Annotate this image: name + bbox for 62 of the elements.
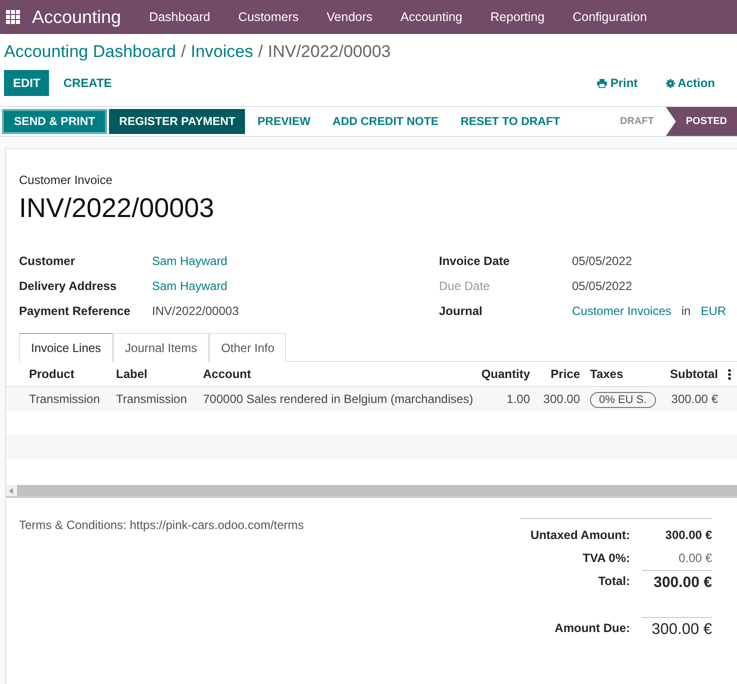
field-label: Due Date xyxy=(439,278,491,292)
invoice-number: INV/2022/00003 xyxy=(19,193,216,224)
status-action-button[interactable]: REGISTER PAYMENT xyxy=(109,109,246,134)
menu-item[interactable]: Configuration xyxy=(558,10,661,24)
status-stage[interactable]: POSTED xyxy=(666,107,737,136)
field-value: INV/2022/00003 xyxy=(152,304,239,318)
field-label: Invoice Date xyxy=(439,254,511,268)
total-label: Total: xyxy=(598,574,630,588)
terms-text: Terms & Conditions: https://pink-cars.odoo.com/terms xyxy=(19,518,305,534)
field-link[interactable]: Customer Invoices xyxy=(572,304,672,318)
action-button[interactable]: Action xyxy=(660,75,721,91)
status-action-button[interactable]: ADD CREDIT NOTE xyxy=(322,109,449,134)
menu-item[interactable]: Accounting xyxy=(386,10,476,24)
total-value: 300.00 € xyxy=(642,570,712,591)
app-title[interactable]: Accounting xyxy=(32,6,122,28)
horizontal-scrollbar[interactable] xyxy=(6,485,737,496)
notebook-tab[interactable]: Journal Items xyxy=(113,333,210,362)
table-cell: Transmission xyxy=(29,392,100,406)
edit-button[interactable]: EDIT xyxy=(4,70,50,96)
menu-item[interactable]: Customers xyxy=(224,10,313,24)
field-label: Payment Reference xyxy=(19,304,132,318)
gear-icon xyxy=(666,78,675,88)
breadcrumb-current: INV/2022/00003 xyxy=(268,42,391,62)
document-type: Customer Invoice xyxy=(19,173,114,187)
table-cell: 1.00 xyxy=(506,392,530,406)
breadcrumb-link[interactable]: Accounting Dashboard xyxy=(4,42,176,62)
total-label: TVA 0%: xyxy=(582,550,630,564)
table-cell: Transmission xyxy=(116,392,187,406)
printer-icon xyxy=(597,78,608,88)
breadcrumb-link[interactable]: Invoices xyxy=(190,42,254,62)
apps-grid-icon[interactable] xyxy=(6,10,20,24)
breadcrumb-separator: / xyxy=(181,42,186,62)
breadcrumb-separator: / xyxy=(258,42,263,62)
field-value: in xyxy=(681,304,691,318)
field-label: Customer xyxy=(19,254,76,268)
field-link[interactable]: EUR xyxy=(700,304,726,318)
total-value: 0.00 € xyxy=(678,550,712,564)
total-label: Amount Due: xyxy=(554,620,630,634)
print-button[interactable]: Print xyxy=(591,75,644,91)
field-label: Journal xyxy=(439,304,484,318)
status-action-button[interactable]: PREVIEW xyxy=(247,109,321,134)
field-label: Delivery Address xyxy=(19,278,118,292)
total-value: 300.00 € xyxy=(664,528,712,542)
total-value: 300.00 € xyxy=(642,616,712,638)
status-action-button[interactable]: SEND & PRINT xyxy=(2,109,108,134)
menu-item[interactable]: Reporting xyxy=(476,10,559,24)
notebook-tab[interactable]: Invoice Lines xyxy=(19,333,114,362)
table-cell: 700000 Sales rendered in Belgium (marchandises) xyxy=(203,392,474,406)
table-cell: 300.00 xyxy=(543,392,580,406)
table-cell: 300.00 € xyxy=(671,392,718,406)
field-value: 05/05/2022 xyxy=(572,254,632,268)
field-link[interactable]: Sam Hayward xyxy=(152,278,228,292)
create-button[interactable]: CREATE xyxy=(53,76,122,90)
notebook-tab[interactable]: Other Info xyxy=(209,333,286,362)
menu-item[interactable]: Dashboard xyxy=(135,10,224,24)
field-value: 05/05/2022 xyxy=(572,278,632,292)
menu-item[interactable]: Vendors xyxy=(312,10,387,24)
more-options-icon[interactable] xyxy=(728,369,731,380)
status-action-button[interactable]: RESET TO DRAFT xyxy=(450,109,570,134)
field-link[interactable]: Sam Hayward xyxy=(152,254,228,268)
tax-tag: 0% EU S. xyxy=(590,392,656,408)
total-label: Untaxed Amount: xyxy=(530,528,630,542)
